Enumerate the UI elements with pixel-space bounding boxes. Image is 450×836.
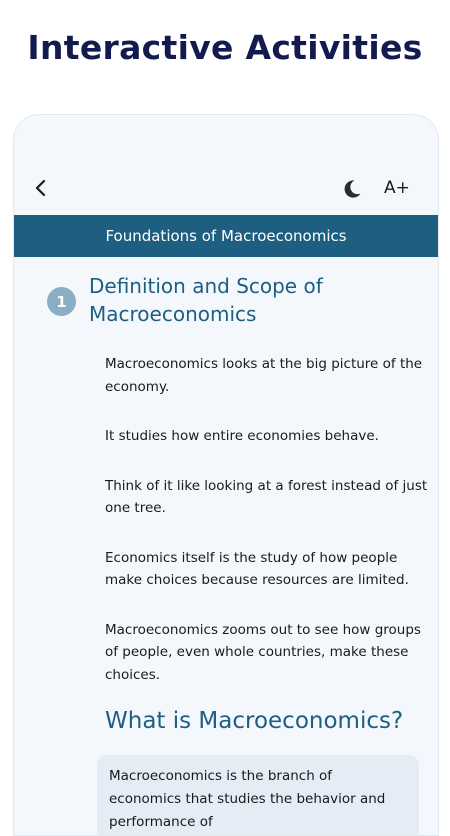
moon-icon[interactable] <box>340 177 364 201</box>
paragraph: Think of it like looking at a forest ins… <box>105 477 428 517</box>
font-size-button[interactable]: A+ <box>384 178 410 198</box>
phone-screen: A+ Foundations of Macroeconomics 1 Defin… <box>13 114 439 836</box>
lesson-title-bar: Foundations of Macroeconomics <box>14 215 438 257</box>
lesson-title: Foundations of Macroeconomics <box>105 227 347 245</box>
paragraph: It studies how entire economies behave. <box>105 428 379 444</box>
subheading: What is Macroeconomics? <box>105 708 404 734</box>
section-title: Definition and Scope of Macroeconomics <box>89 274 323 326</box>
lesson-paragraphs: Macroeconomics looks at the big picture … <box>105 353 430 713</box>
paragraph: Macroeconomics zooms out to see how grou… <box>105 621 421 683</box>
section-number-badge: 1 <box>47 287 76 316</box>
paragraph: Economics itself is the study of how peo… <box>105 549 409 589</box>
paragraph: Macroeconomics looks at the big picture … <box>105 356 423 395</box>
definition-box: Macroeconomics is the branch of economic… <box>97 755 419 835</box>
app-toolbar: A+ <box>14 115 438 215</box>
page-headline: Interactive Activities <box>27 28 423 67</box>
back-arrow-icon[interactable] <box>30 177 52 199</box>
definition-text: Macroeconomics is the branch of economic… <box>109 768 386 830</box>
